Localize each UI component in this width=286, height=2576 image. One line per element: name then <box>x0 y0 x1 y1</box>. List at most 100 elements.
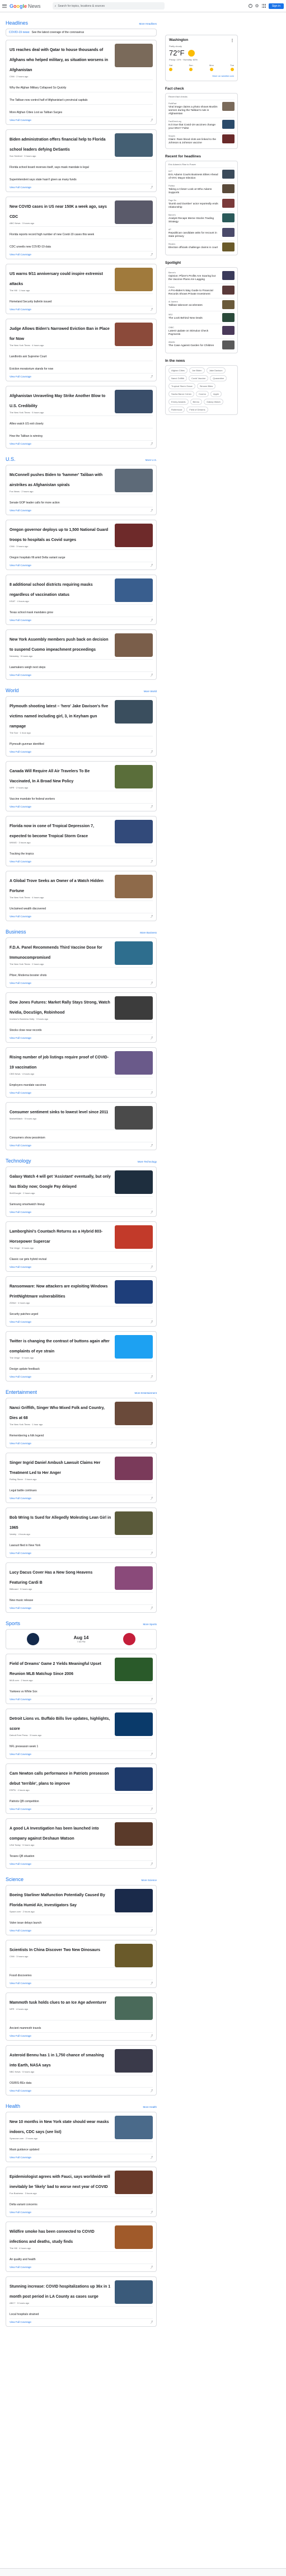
share-icon[interactable]: ⤴ <box>151 253 153 256</box>
search-icon[interactable]: ⌕ <box>55 4 57 8</box>
story-thumbnail[interactable] <box>115 1106 153 1130</box>
technology-section-title[interactable]: Technology <box>6 1158 31 1164</box>
share-icon[interactable]: ⤴ <box>151 1929 153 1933</box>
sidebar-story-thumbnail[interactable] <box>222 228 235 237</box>
related-headline[interactable]: Delta variant concerns <box>10 2203 37 2206</box>
full-coverage-link[interactable]: View Full Coverage <box>10 186 31 189</box>
sidebar-story[interactable]: PolitiFact Viral image claims a photo sho… <box>168 100 235 118</box>
story-thumbnail[interactable] <box>115 1051 153 1075</box>
more-sports-link[interactable]: More Sports <box>143 1623 157 1626</box>
story-headline[interactable]: US warns 9/11 anniversary could inspire … <box>10 272 103 286</box>
world-section-title[interactable]: World <box>6 688 18 693</box>
topic-chip[interactable]: Cuomo <box>196 391 209 397</box>
full-coverage-link[interactable]: View Full Coverage <box>10 1320 31 1324</box>
share-icon[interactable]: ⤴ <box>151 2321 153 2324</box>
full-coverage-link[interactable]: View Full Coverage <box>10 1375 31 1379</box>
related-headline[interactable]: Landlords ask Supreme Court <box>10 355 46 358</box>
story-headline[interactable]: A Global Trove Seeks an Owner of a Watch… <box>10 879 104 893</box>
story-headline[interactable]: Field of Dreams' Game 2 Yields Meaningfu… <box>10 1662 101 1676</box>
full-coverage-link[interactable]: View Full Coverage <box>10 2211 31 2214</box>
story-headline[interactable]: A good LA Investigation has been launche… <box>10 1827 99 1841</box>
story-headline[interactable]: Detroit Lions vs. Buffalo Bills live upd… <box>10 1717 110 1731</box>
sidebar-story-thumbnail[interactable] <box>222 271 235 280</box>
sidebar-story-thumbnail[interactable] <box>222 199 235 208</box>
sidebar-story-title[interactable]: Viral image claims a photo shows Muslim … <box>168 106 220 116</box>
related-headline[interactable]: Ancient mammoth travels <box>10 2027 41 2030</box>
topic-chip[interactable]: Covid Vaccine <box>189 375 209 381</box>
full-coverage-link[interactable]: View Full Coverage <box>10 509 31 512</box>
related-headline[interactable]: Tracking the tropics <box>10 852 34 856</box>
topic-chip[interactable]: Simone Biles <box>196 383 216 389</box>
related-headline[interactable]: Texas school mask mandates grow <box>10 611 53 614</box>
full-coverage-link[interactable]: View Full Coverage <box>10 1266 31 1269</box>
related-headline[interactable]: Valve issue delays launch <box>10 1921 41 1925</box>
more-world-link[interactable]: More World <box>144 690 157 693</box>
related-headline[interactable]: NFL preseason week 1 <box>10 1745 38 1748</box>
topic-chip[interactable]: Sacha Baron Cohen <box>168 391 195 397</box>
story-thumbnail[interactable] <box>115 765 153 788</box>
topic-chip[interactable]: Quarantine <box>210 375 227 381</box>
sidebar-story-title[interactable]: The Look Behind New Deals <box>168 317 220 320</box>
story-thumbnail[interactable] <box>115 1712 153 1736</box>
share-icon[interactable]: ⤴ <box>151 119 153 122</box>
covid-link[interactable]: See the latest coverage of the coronavir… <box>32 31 85 34</box>
story-headline[interactable]: Rising number of job listings require pr… <box>10 1056 109 1070</box>
story-headline[interactable]: Twitter is changing the contrast of butt… <box>10 1340 110 1354</box>
share-icon[interactable]: ⤴ <box>151 915 153 918</box>
sidebar-story[interactable]: CNBC Latest Update on Stimulus Check Paym… <box>168 324 235 338</box>
related-headline[interactable]: Lawsuit filed in New York <box>10 1544 40 1547</box>
story-headline[interactable]: Singer Ingrid Daniel Ambush Lawsuit Clai… <box>10 1461 100 1475</box>
sidebar-story[interactable]: Snopes Claim: Rare blood clots are linked… <box>168 132 235 147</box>
sidebar-story-thumbnail[interactable] <box>222 120 235 129</box>
full-coverage-link[interactable]: View Full Coverage <box>10 805 31 809</box>
story-thumbnail[interactable] <box>115 1280 153 1304</box>
search-input[interactable]: ⌕ Search for topics, locations & sources <box>52 2 165 10</box>
story-thumbnail[interactable] <box>115 1225 153 1249</box>
related-headline[interactable]: Senate GOP leader calls for more action <box>10 501 60 505</box>
story-thumbnail[interactable] <box>115 1402 153 1425</box>
topic-chip[interactable]: Nanci Griffith <box>168 375 187 381</box>
related-headline[interactable]: Eviction moratorium stands for now <box>10 367 53 371</box>
share-icon[interactable]: ⤴ <box>151 1091 153 1095</box>
sidebar-story-thumbnail[interactable] <box>222 134 235 143</box>
share-icon[interactable]: ⤴ <box>151 2156 153 2159</box>
share-icon[interactable]: ⤴ <box>151 750 153 754</box>
us-section-title[interactable]: U.S. <box>6 456 16 462</box>
sidebar-story[interactable]: NYT Eric Adams Courts Business Elites Ahe… <box>168 167 235 182</box>
story-thumbnail[interactable] <box>115 1511 153 1535</box>
full-coverage-link[interactable]: View Full Coverage <box>10 1753 31 1756</box>
related-headline[interactable]: Why the Afghan Military Collapsed So Qui… <box>10 86 66 90</box>
story-thumbnail[interactable] <box>115 1335 153 1359</box>
story-thumbnail[interactable] <box>115 200 153 224</box>
story-thumbnail[interactable] <box>115 268 153 291</box>
related-headline[interactable]: Unclaimed wealth discovered <box>10 907 46 911</box>
sidebar-story-thumbnail[interactable] <box>222 340 235 349</box>
story-headline[interactable]: Consumer sentiment sinks to lowest level… <box>10 1110 108 1114</box>
story-headline[interactable]: Canada Will Require All Air Travelers To… <box>10 769 90 783</box>
share-icon[interactable]: ⤴ <box>151 1320 153 1324</box>
health-section-title[interactable]: Health <box>6 2103 20 2109</box>
sidebar-story[interactable]: AP Republican candidate asks for recount … <box>168 226 235 240</box>
related-headline[interactable]: More Afghan Cities Lost as Taliban Surge… <box>10 111 62 114</box>
topic-chip[interactable]: Jake Davison <box>206 367 226 374</box>
story-headline[interactable]: Biden administration offers financial he… <box>10 138 106 152</box>
story-headline[interactable]: Scientists In China Discover Two New Din… <box>10 1948 100 1952</box>
related-headline[interactable]: Mask guidance updated <box>10 2148 39 2152</box>
full-coverage-link[interactable]: View Full Coverage <box>10 2321 31 2324</box>
story-thumbnail[interactable] <box>115 1566 153 1590</box>
sidebar-story-title[interactable]: Taking a Closer Look at Who Adams Suppor… <box>168 188 220 195</box>
menu-icon[interactable] <box>2 4 7 8</box>
share-icon[interactable]: ⤴ <box>151 1808 153 1811</box>
full-coverage-link[interactable]: View Full Coverage <box>10 1863 31 1866</box>
full-coverage-link[interactable]: View Full Coverage <box>10 2089 31 2093</box>
sidebar-story-thumbnail[interactable] <box>222 213 235 222</box>
story-headline[interactable]: McConnell pushes Biden to 'hammer' Talib… <box>10 473 102 487</box>
more-us-link[interactable]: More U.S. <box>146 459 157 461</box>
story-headline[interactable]: New COVID cases in US near 150K a week a… <box>10 205 107 219</box>
story-headline[interactable]: Cam Newton calls performance in Patriots… <box>10 1772 109 1786</box>
more-entertainment-link[interactable]: More Entertainment <box>134 1392 157 1394</box>
share-icon[interactable]: ⤴ <box>151 1211 153 1214</box>
share-icon[interactable]: ⤴ <box>151 2034 153 2038</box>
share-icon[interactable]: ⤴ <box>151 509 153 512</box>
share-icon[interactable]: ⤴ <box>151 442 153 446</box>
